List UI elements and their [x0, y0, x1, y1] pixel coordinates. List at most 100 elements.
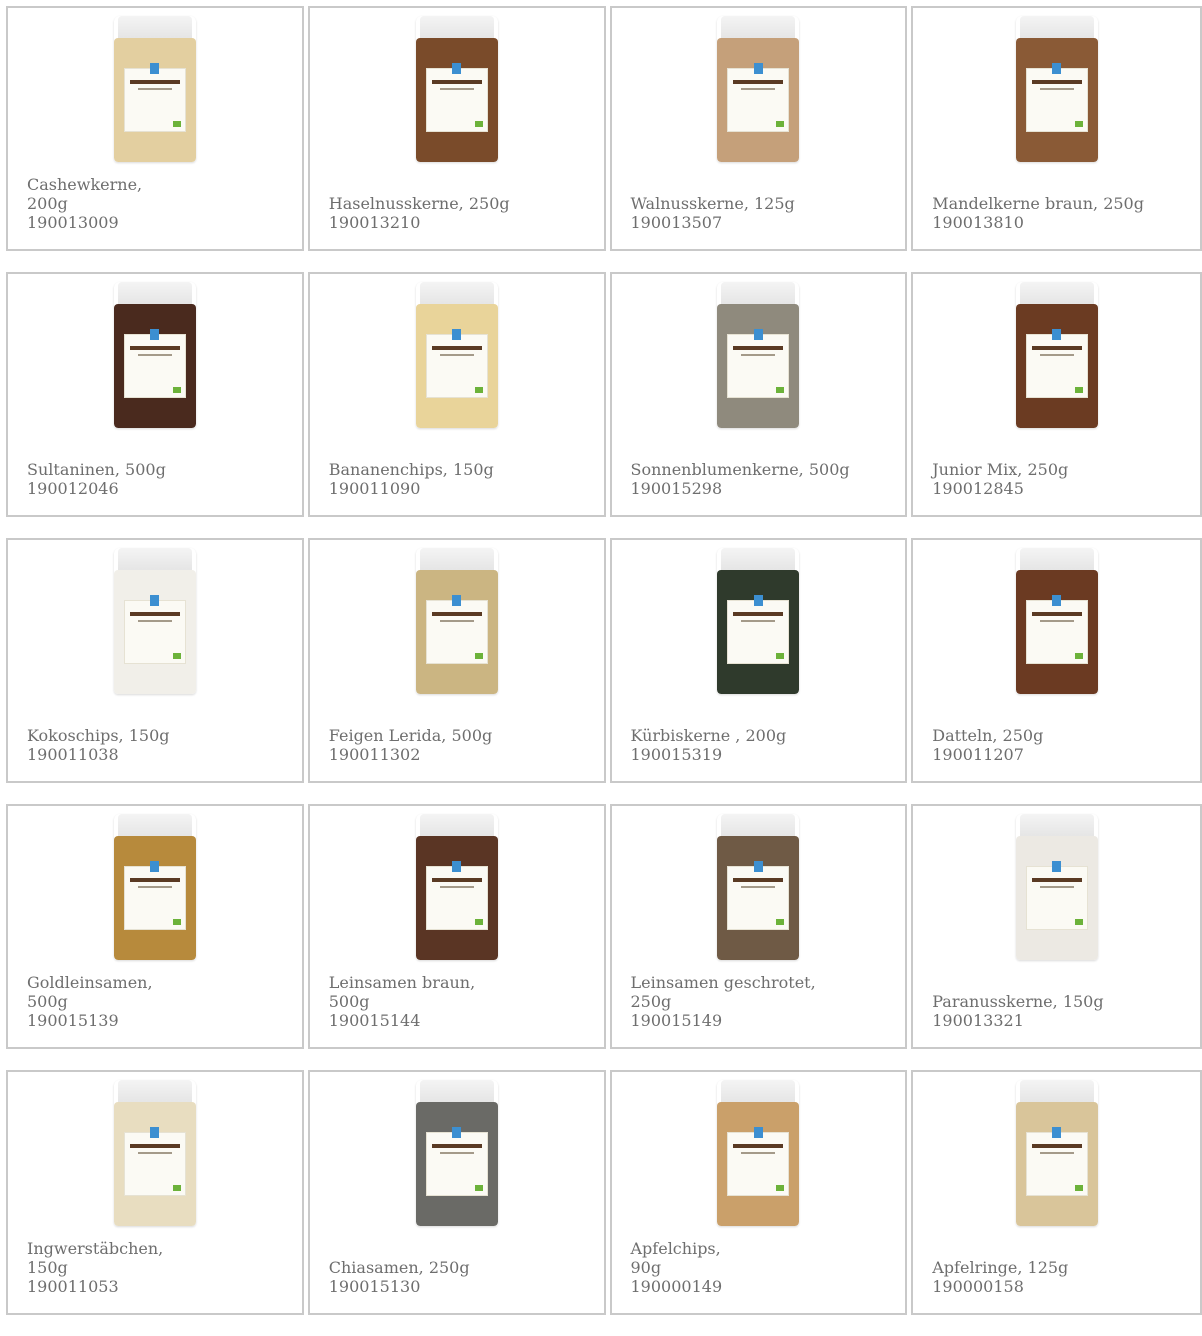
organic-leaf-icon: [776, 919, 785, 925]
product-card[interactable]: Mandelkerne braun, 250g 190013810: [911, 6, 1202, 251]
product-caption: Datteln, 250g 190011207: [932, 726, 1043, 764]
bag-label-subtitle-mark: [137, 354, 172, 356]
bag-label: [425, 63, 488, 132]
product-bag-image[interactable]: [415, 282, 498, 428]
product-bag-image[interactable]: [717, 16, 800, 162]
product-bag-image[interactable]: [717, 548, 800, 694]
product-bag-image[interactable]: [1015, 16, 1098, 162]
product-card[interactable]: Leinsamen braun, 500g 190015144: [307, 804, 606, 1049]
product-card[interactable]: Paranusskerne, 150g 190013321: [911, 804, 1202, 1049]
product-card[interactable]: Goldleinsamen, 500g 190015139: [6, 804, 304, 1049]
product-sku: 190011038: [27, 745, 119, 764]
product-card[interactable]: Ingwerstäbchen, 150g 190011053: [6, 1070, 304, 1315]
product-bag-image[interactable]: [415, 548, 498, 694]
product-card[interactable]: Sultaninen, 500g 190012046: [6, 272, 304, 517]
product-card[interactable]: Walnusskerne, 125g 190013507: [609, 6, 908, 251]
product-name: Junior Mix, 250g: [932, 460, 1069, 479]
product-bag-image[interactable]: [1015, 814, 1098, 960]
product-card[interactable]: Chiasamen, 250g 190015130: [307, 1070, 606, 1315]
product-name: Leinsamen braun, 500g: [328, 973, 476, 1011]
product-card[interactable]: Leinsamen geschrotet, 250g 190015149: [609, 804, 908, 1049]
bag-label-title-mark: [1031, 612, 1082, 616]
product-bag-image[interactable]: [113, 16, 196, 162]
product-card[interactable]: Apfelringe, 125g 190000158: [911, 1070, 1202, 1315]
product-caption: Sonnenblumenkerne, 500g 190015298: [631, 460, 850, 498]
product-bag-image[interactable]: [1015, 548, 1098, 694]
brand-logo-icon: [452, 1127, 462, 1138]
product-bag-image[interactable]: [415, 814, 498, 960]
product-row: Cashewkerne, 200g 190013009 Haselnusskerne,…: [6, 6, 1202, 251]
bag-label-title-mark: [733, 80, 784, 84]
product-bag-image[interactable]: [717, 814, 800, 960]
product-bag-image[interactable]: [113, 814, 196, 960]
product-name: Apfelchips, 90g: [630, 1239, 721, 1277]
product-bag-image[interactable]: [113, 1080, 196, 1226]
product-card[interactable]: Datteln, 250g 190011207: [911, 538, 1202, 783]
product-card[interactable]: Bananenchips, 150g 190011090: [307, 272, 606, 517]
organic-leaf-icon: [172, 387, 181, 393]
product-image-wrap: [612, 814, 906, 964]
bag-label-subtitle-mark: [1039, 620, 1074, 622]
product-card[interactable]: Apfelchips, 90g 190000149: [609, 1070, 908, 1315]
product-bag-image[interactable]: [113, 282, 196, 428]
brand-logo-icon: [150, 63, 160, 74]
bag-label-title-mark: [129, 80, 180, 84]
product-card[interactable]: Cashewkerne, 200g 190013009: [6, 6, 304, 251]
bag-label: [1025, 329, 1088, 398]
product-bag-image[interactable]: [717, 1080, 800, 1226]
organic-leaf-icon: [474, 919, 483, 925]
organic-leaf-icon: [1074, 653, 1083, 659]
product-name: Cashewkerne, 200g: [27, 175, 143, 213]
product-image-wrap: [8, 282, 302, 432]
bag-label-subtitle-mark: [1039, 354, 1074, 356]
organic-leaf-icon: [1074, 121, 1083, 127]
product-sku: 190015298: [630, 479, 723, 498]
product-card[interactable]: Feigen Lerida, 500g 190011302: [307, 538, 606, 783]
product-row: Kokoschips, 150g 190011038 Feigen Lerida, …: [6, 538, 1202, 783]
product-card[interactable]: Kürbiskerne , 200g 190015319: [609, 538, 908, 783]
product-card[interactable]: Junior Mix, 250g 190012845: [911, 272, 1202, 517]
product-image-wrap: [310, 814, 604, 964]
product-caption: Leinsamen braun, 500g 190015144: [329, 973, 475, 1030]
product-name: Chiasamen, 250g: [328, 1258, 470, 1277]
product-name: Sultaninen, 500g: [27, 460, 166, 479]
product-bag-image[interactable]: [1015, 1080, 1098, 1226]
bag-label-subtitle-mark: [741, 354, 776, 356]
organic-leaf-icon: [776, 387, 785, 393]
organic-leaf-icon: [1074, 919, 1083, 925]
product-caption: Ingwerstäbchen, 150g 190011053: [27, 1239, 163, 1296]
bag-label: [425, 329, 488, 398]
organic-leaf-icon: [776, 1185, 785, 1191]
product-image-wrap: [8, 548, 302, 698]
bag-label-subtitle-mark: [1039, 1152, 1074, 1154]
product-caption: Mandelkerne braun, 250g 190013810: [932, 194, 1144, 232]
product-bag-image[interactable]: [415, 1080, 498, 1226]
bag-label-title-mark: [129, 878, 180, 882]
bag-label-title-mark: [431, 346, 482, 350]
product-caption: Haselnusskerne, 250g 190013210: [329, 194, 510, 232]
product-card[interactable]: Sonnenblumenkerne, 500g 190015298: [609, 272, 908, 517]
product-bag-image[interactable]: [1015, 282, 1098, 428]
product-sku: 190011090: [328, 479, 421, 498]
organic-leaf-icon: [172, 919, 181, 925]
product-bag-image[interactable]: [113, 548, 196, 694]
product-sku: 190015144: [328, 1011, 421, 1030]
bag-label: [727, 1127, 790, 1196]
bag-label-subtitle-mark: [137, 88, 172, 90]
product-bag-image[interactable]: [717, 282, 800, 428]
brand-logo-icon: [753, 63, 763, 74]
product-sku: 190012845: [932, 479, 1024, 498]
bag-label: [123, 63, 186, 132]
product-name: Walnusskerne, 125g: [630, 194, 795, 213]
product-image-wrap: [913, 814, 1200, 964]
bag-label-subtitle-mark: [741, 620, 776, 622]
brand-logo-icon: [1052, 861, 1062, 872]
product-card[interactable]: Haselnusskerne, 250g 190013210: [307, 6, 606, 251]
product-caption: Sultaninen, 500g 190012046: [27, 460, 166, 498]
bag-label: [727, 861, 790, 930]
bag-label-title-mark: [431, 1144, 482, 1148]
product-card[interactable]: Kokoschips, 150g 190011038: [6, 538, 304, 783]
product-bag-image[interactable]: [415, 16, 498, 162]
organic-leaf-icon: [1074, 387, 1083, 393]
product-sku: 190011302: [328, 745, 421, 764]
